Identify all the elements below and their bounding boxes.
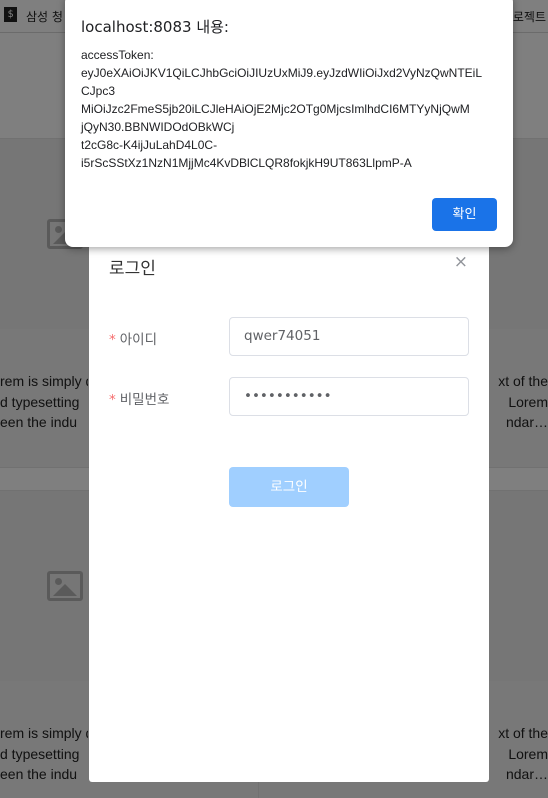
id-label-text: 아이디 bbox=[119, 332, 158, 348]
alert-message-line: eyJ0eXAiOiJKV1QiLCJhbGciOiJIUzUxMiJ9.eyJ… bbox=[81, 66, 482, 80]
password-label: * 비밀번호 bbox=[109, 388, 169, 408]
close-icon[interactable]: × bbox=[454, 252, 468, 272]
alert-message: accessToken: eyJ0eXAiOiJKV1QiLCJhbGciOiJ… bbox=[81, 46, 501, 172]
password-input[interactable]: ••••••••••• bbox=[229, 377, 469, 416]
alert-dialog: localhost:8083 내용: accessToken: eyJ0eXAi… bbox=[65, 0, 513, 247]
password-label-text: 비밀번호 bbox=[119, 392, 170, 408]
modal-title: 로그인 bbox=[109, 259, 156, 279]
required-mark: * bbox=[109, 332, 116, 348]
alert-message-line: i5rScSStXz1NzN1MjjMc4KvDBlCLQR8fokjkH9UT… bbox=[81, 156, 412, 170]
alert-message-line: MiOiJzc2FmeS5jb20iLCJleHAiOjE2Mjc2OTg0Mj… bbox=[81, 102, 470, 116]
required-mark: * bbox=[109, 392, 116, 408]
alert-title: localhost:8083 내용: bbox=[81, 18, 229, 36]
id-label: * 아이디 bbox=[109, 328, 157, 348]
login-button[interactable]: 로그인 bbox=[229, 467, 349, 507]
ok-button[interactable]: 확인 bbox=[432, 198, 497, 231]
login-modal: 로그인 × * 아이디 qwer74051 * 비밀번호 ••••••••••• 로… bbox=[89, 230, 489, 782]
alert-message-line: accessToken: bbox=[81, 48, 154, 62]
alert-message-line: t2cG8c-K4ijJuLahD4L0C- bbox=[81, 138, 218, 152]
alert-message-line: CJpc3 bbox=[81, 84, 116, 98]
id-input[interactable]: qwer74051 bbox=[229, 317, 469, 356]
alert-message-line: jQyN30.BBNWIDOdOBkWCj bbox=[81, 120, 235, 134]
